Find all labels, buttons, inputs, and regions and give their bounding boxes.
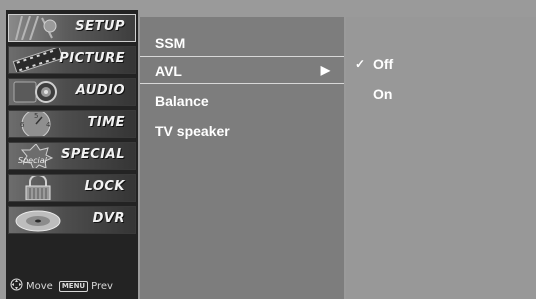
special-badge-icon: Special <box>9 143 67 169</box>
lock-icon <box>9 175 67 201</box>
category-picture[interactable]: PICTURE <box>8 46 136 74</box>
category-audio[interactable]: AUDIO <box>8 78 136 106</box>
special-badge-text: Special <box>18 156 48 165</box>
category-special[interactable]: Special SPECIAL <box>8 142 136 170</box>
option-on[interactable]: On <box>346 82 536 106</box>
category-column: SETUP PICTURE AUDIO 6 5 4 TIME Special S… <box>6 10 138 299</box>
prev-label: Prev <box>91 280 113 292</box>
category-label: PICTURE <box>59 51 125 66</box>
navigation-hint: Move MENU Prev <box>6 277 138 295</box>
option-off[interactable]: ✓ Off <box>346 52 536 76</box>
check-icon: ✓ <box>355 57 366 71</box>
submenu-item-balance[interactable]: Balance <box>140 87 344 113</box>
option-label: On <box>373 86 393 102</box>
svg-text:4: 4 <box>46 121 51 129</box>
category-label: SPECIAL <box>61 147 125 162</box>
category-label: TIME <box>87 115 125 130</box>
svg-text:6: 6 <box>20 121 25 129</box>
menu-key-icon: MENU <box>58 280 89 292</box>
options-panel: ✓ Off On <box>346 17 536 299</box>
clock-icon: 6 54 <box>9 111 67 137</box>
category-setup[interactable]: SETUP <box>8 14 136 42</box>
submenu-item-label: Balance <box>155 93 209 109</box>
move-label: Move <box>26 280 53 292</box>
category-dvr[interactable]: DVR <box>8 206 136 234</box>
submenu-item-label: TV speaker <box>155 123 230 139</box>
submenu-item-label: SSM <box>155 35 186 51</box>
category-label: SETUP <box>75 19 125 34</box>
submenu-item-ssm[interactable]: SSM <box>140 29 344 55</box>
category-label: DVR <box>92 211 125 226</box>
disc-icon <box>9 207 67 233</box>
move-hint: Move <box>10 278 53 294</box>
submenu-panel: SSM AVL ▶ Balance TV speaker <box>140 17 344 299</box>
submenu-item-label: AVL <box>155 63 182 79</box>
category-list: SETUP PICTURE AUDIO 6 5 4 TIME Special S… <box>8 14 136 238</box>
submenu-item-avl[interactable]: AVL ▶ <box>140 56 344 84</box>
speaker-icon <box>9 79 67 105</box>
category-label: AUDIO <box>75 83 125 98</box>
dpad-icon <box>10 278 23 294</box>
right-arrow-icon: ▶ <box>320 63 330 77</box>
prev-hint: MENU Prev <box>58 280 113 292</box>
category-label: LOCK <box>84 179 125 194</box>
category-lock[interactable]: LOCK <box>8 174 136 202</box>
tv-osd-menu: SETUP PICTURE AUDIO 6 5 4 TIME Special S… <box>0 0 536 299</box>
svg-text:5: 5 <box>34 112 38 120</box>
submenu-item-tv-speaker[interactable]: TV speaker <box>140 117 344 143</box>
option-label: Off <box>373 56 394 72</box>
gear-icon <box>9 15 67 41</box>
category-time[interactable]: 6 54 TIME <box>8 110 136 138</box>
